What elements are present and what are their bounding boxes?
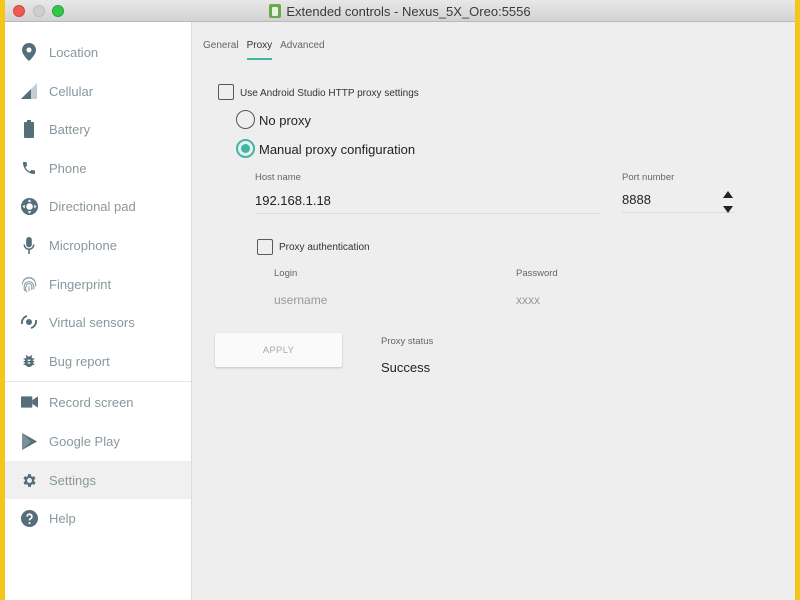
tab-general[interactable]: General bbox=[203, 40, 239, 60]
sidebar-item-label: Google Play bbox=[49, 433, 120, 449]
sidebar-item-label: Fingerprint bbox=[49, 276, 112, 292]
help-icon bbox=[20, 509, 38, 527]
host-name-label: Host name bbox=[255, 172, 301, 183]
phone-icon bbox=[20, 159, 38, 177]
proxy-status-label: Proxy status bbox=[381, 336, 434, 347]
no-proxy-label: No proxy bbox=[259, 113, 312, 128]
sidebar-item-microphone[interactable]: Microphone bbox=[5, 226, 191, 264]
manual-proxy-radio[interactable] bbox=[236, 139, 255, 158]
sidebar-item-label: Virtual sensors bbox=[49, 314, 135, 330]
sidebar-item-label: Microphone bbox=[49, 237, 117, 253]
proxy-authentication-label: Proxy authentication bbox=[279, 242, 370, 253]
proxy-authentication-checkbox[interactable] bbox=[257, 239, 273, 255]
sidebar-item-help[interactable]: Help bbox=[5, 499, 191, 537]
android-studio-app-icon bbox=[269, 4, 282, 18]
proxy-status-value: Success bbox=[381, 360, 431, 375]
no-proxy-radio[interactable] bbox=[236, 110, 255, 129]
sidebar-item-record-screen[interactable]: Record screen bbox=[5, 383, 191, 421]
password-label: Password bbox=[516, 268, 558, 279]
sidebar-item-label: Battery bbox=[49, 121, 91, 137]
sidebar-item-label: Phone bbox=[49, 160, 87, 176]
battery-icon bbox=[20, 120, 38, 138]
window-title: Extended controls - Nexus_5X_Oreo:5556 bbox=[286, 3, 531, 19]
title-bar: Extended controls - Nexus_5X_Oreo:5556 bbox=[5, 0, 795, 22]
rotate-sensor-icon bbox=[20, 313, 38, 331]
sidebar-item-location[interactable]: Location bbox=[5, 33, 191, 71]
sidebar-item-label: Record screen bbox=[49, 394, 134, 410]
signal-icon bbox=[20, 82, 38, 100]
manual-proxy-label: Manual proxy configuration bbox=[259, 142, 416, 157]
sidebar-item-phone[interactable]: Phone bbox=[5, 149, 191, 187]
sidebar-item-label: Help bbox=[49, 510, 76, 526]
location-pin-icon bbox=[20, 43, 38, 61]
sidebar-item-label: Settings bbox=[49, 472, 96, 488]
sidebar-item-directional-pad[interactable]: Directional pad bbox=[5, 187, 191, 225]
play-store-icon bbox=[20, 432, 38, 450]
decrement-arrow-icon[interactable] bbox=[723, 206, 733, 213]
bug-icon bbox=[20, 352, 38, 370]
sidebar-item-cellular[interactable]: Cellular bbox=[5, 72, 191, 110]
use-studio-proxy-checkbox[interactable] bbox=[218, 84, 234, 100]
sidebar-item-google-play[interactable]: Google Play bbox=[5, 422, 191, 460]
settings-tabs: General Proxy Advanced bbox=[203, 40, 333, 60]
port-number-stepper[interactable] bbox=[721, 189, 735, 217]
dpad-icon bbox=[20, 197, 38, 215]
use-studio-proxy-label: Use Android Studio HTTP proxy settings bbox=[240, 88, 419, 99]
video-camera-icon bbox=[20, 393, 38, 411]
sidebar-divider bbox=[5, 381, 191, 382]
sidebar-item-label: Bug report bbox=[49, 353, 110, 369]
port-number-input[interactable] bbox=[622, 187, 735, 213]
tab-proxy[interactable]: Proxy bbox=[246, 40, 272, 60]
sidebar-item-virtual-sensors[interactable]: Virtual sensors bbox=[5, 303, 191, 341]
login-input[interactable] bbox=[274, 287, 474, 313]
fingerprint-icon bbox=[20, 275, 38, 293]
sidebar-item-label: Directional pad bbox=[49, 198, 136, 214]
window-title-wrap: Extended controls - Nexus_5X_Oreo:5556 bbox=[5, 0, 795, 22]
password-input[interactable] bbox=[516, 287, 716, 313]
sidebar-item-battery[interactable]: Battery bbox=[5, 110, 191, 148]
port-number-label: Port number bbox=[622, 172, 675, 183]
host-name-input[interactable] bbox=[255, 188, 601, 214]
increment-arrow-icon[interactable] bbox=[723, 191, 733, 198]
apply-button[interactable]: APPLY bbox=[215, 333, 342, 367]
sidebar: Location Cellular Battery Phone Directio… bbox=[5, 22, 192, 600]
extended-controls-window: Extended controls - Nexus_5X_Oreo:5556 L… bbox=[5, 0, 795, 600]
login-label: Login bbox=[274, 268, 298, 279]
sidebar-item-fingerprint[interactable]: Fingerprint bbox=[5, 265, 191, 303]
sidebar-item-bug-report[interactable]: Bug report bbox=[5, 342, 191, 380]
tab-advanced[interactable]: Advanced bbox=[280, 40, 324, 60]
gear-icon bbox=[20, 471, 38, 489]
microphone-icon bbox=[20, 236, 38, 254]
sidebar-item-settings[interactable]: Settings bbox=[5, 461, 191, 499]
sidebar-item-label: Cellular bbox=[49, 83, 94, 99]
sidebar-item-label: Location bbox=[49, 44, 99, 60]
